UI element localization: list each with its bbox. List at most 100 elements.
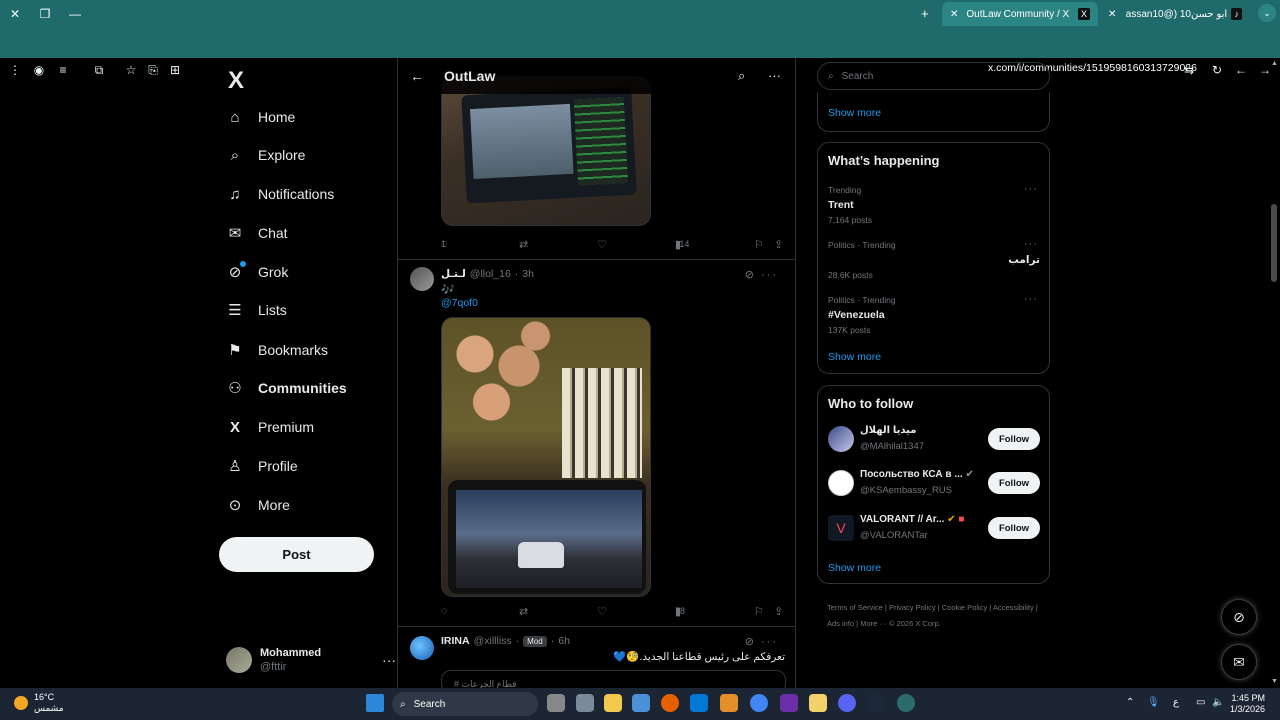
nav-item-chat[interactable]: ✉ Chat	[226, 213, 396, 253]
tweet-time[interactable]: 3h	[522, 268, 534, 280]
scrollbar-thumb[interactable]	[1271, 204, 1277, 282]
nav-item-profile[interactable]: ♙ Profile	[226, 446, 396, 486]
quote-card[interactable]: # قطاع الجرعات	[441, 670, 786, 688]
task-view-icon[interactable]	[547, 694, 565, 712]
network-icon[interactable]: ▭	[1196, 697, 1205, 708]
screenshot-icon[interactable]: ⎘	[142, 59, 164, 81]
nav-item-home[interactable]: ⌂ Home	[226, 97, 396, 137]
nav-item-explore[interactable]: ⌕ Explore	[226, 135, 396, 175]
trend-item[interactable]: Politics · Trending #Venezuela 137K post…	[828, 293, 1040, 335]
back-arrow-icon[interactable]: ←	[400, 68, 434, 84]
tweet-actions: ◌ 1 ⇄ ♡ ▮ 114 ⚐ ⇪	[441, 236, 786, 252]
profile-icon[interactable]: ◉	[28, 59, 50, 81]
more-dots-icon[interactable]: ···	[768, 68, 781, 83]
scrollbar[interactable]: ▲ ▼	[1269, 58, 1280, 688]
heart-icon: ♡	[597, 605, 607, 618]
nav-item-more[interactable]: ⊙ More	[226, 485, 396, 525]
tab-search-icon[interactable]: ⌄	[1258, 4, 1276, 22]
app-icon[interactable]	[720, 694, 738, 712]
read-aloud-icon[interactable]: ⇆	[1178, 59, 1200, 81]
taskbar-search[interactable]: ⌕ Search	[392, 692, 538, 716]
mention-link[interactable]: @7qof0	[441, 297, 478, 309]
tab-close-icon[interactable]: ✕	[1108, 9, 1116, 20]
grok-and-more-icon[interactable]: ⊘ ···	[745, 268, 778, 281]
language-indicator[interactable]: ع	[1173, 697, 1179, 708]
windows-start-icon[interactable]	[366, 694, 384, 712]
tweet-media-image[interactable]	[441, 317, 651, 597]
store-icon[interactable]	[632, 694, 650, 712]
next-app-icon[interactable]	[780, 694, 798, 712]
collections-icon[interactable]: ≡	[52, 59, 74, 81]
tab-tiktok[interactable]: ✕ أبو حسن10 (@jaffar_hassan10 ♪	[1100, 2, 1250, 26]
nav-item-lists[interactable]: ☰ Lists	[226, 290, 396, 330]
author-name[interactable]: لـتـل	[441, 268, 466, 280]
avatar[interactable]	[410, 267, 434, 291]
split-screen-icon[interactable]: ⊞	[164, 59, 186, 81]
author-handle[interactable]: @llol_16	[470, 268, 511, 280]
author-handle[interactable]: @xillliss	[474, 635, 512, 647]
menu-dots-icon[interactable]: ⋮	[4, 59, 26, 81]
more-dots-icon[interactable]: ···	[1024, 238, 1038, 250]
search-input[interactable]: ⌕ Search	[817, 62, 1050, 90]
avatar[interactable]	[410, 636, 434, 660]
follow-button[interactable]: Follow	[988, 517, 1040, 539]
follow-button[interactable]: Follow	[988, 428, 1040, 450]
timeline-header: ← OutLaw ⌕ ···	[398, 58, 795, 94]
restore-window-icon[interactable]: ❐	[30, 0, 60, 28]
more-dots-icon[interactable]: ···	[1024, 293, 1038, 305]
grok-and-more-icon[interactable]: ⊘ ···	[745, 635, 778, 648]
chrome-icon[interactable]	[750, 694, 768, 712]
follow-button[interactable]: Follow	[988, 472, 1040, 494]
search-icon[interactable]: ⌕	[738, 68, 745, 84]
nav-item-premium[interactable]: X Premium	[226, 407, 396, 447]
close-window-icon[interactable]: ✕	[0, 0, 30, 28]
nav-item-notifications[interactable]: ♫ Notifications	[226, 174, 396, 214]
extensions-icon[interactable]: ⧉	[88, 59, 110, 81]
nav-item-grok[interactable]: ⊘ Grok	[226, 252, 396, 292]
show-more-link[interactable]: Show more	[828, 562, 881, 574]
author-name[interactable]: IRINA	[441, 635, 470, 647]
nav-item-communities[interactable]: ⚇ Communities	[226, 368, 396, 408]
new-tab-icon[interactable]: +	[921, 6, 929, 21]
star-icon[interactable]: ☆	[120, 59, 142, 81]
trend-item[interactable]: Trending Trent 7,164 posts ···	[828, 183, 1040, 225]
widgets-icon[interactable]	[576, 694, 594, 712]
forward-icon[interactable]: ←	[1230, 59, 1252, 81]
clock[interactable]: 1:45 PM 1/3/2026	[1230, 693, 1265, 715]
tweet-time[interactable]: 6h	[558, 635, 570, 647]
x-logo-icon[interactable]: X	[228, 68, 254, 94]
more-dots-icon[interactable]: ···	[1024, 183, 1038, 195]
suggestion-name-row: Посольство КСА в ... ✔	[860, 469, 974, 480]
steam-icon[interactable]	[866, 694, 884, 712]
nav-item-bookmarks[interactable]: ⚑ Bookmarks	[226, 330, 396, 370]
tab-outlaw-community[interactable]: ✕ OutLaw Community / X X	[942, 2, 1098, 26]
post-button[interactable]: Post	[219, 537, 374, 572]
nav-label: Premium	[258, 419, 315, 435]
trend-item[interactable]: Politics · Trending ترامب 28.6K posts ··…	[828, 238, 1040, 280]
file-explorer-icon[interactable]	[604, 694, 622, 712]
suggestion-handle: @MAlhilal1347	[860, 441, 925, 452]
volume-icon[interactable]: 🔈	[1212, 697, 1224, 708]
tweet-media-image[interactable]	[441, 76, 651, 226]
show-more-link[interactable]: Show more	[828, 351, 881, 363]
footer-links[interactable]: Terms of Service | Privacy Policy | Cook…	[827, 600, 1047, 632]
show-more-link[interactable]: Show more	[828, 107, 881, 119]
outlook-icon[interactable]	[690, 694, 708, 712]
follow-suggestion[interactable]: Посольство КСА в ... ✔ @KSAembassy_RUS F…	[828, 467, 1040, 501]
microphone-icon[interactable]: 🎙	[1147, 697, 1160, 708]
mod-badge: Mod	[523, 635, 547, 647]
account-switcher[interactable]: Mohammed @fttir ···	[226, 642, 396, 678]
firefox-icon[interactable]	[661, 694, 679, 712]
refresh-icon[interactable]: ↻	[1206, 59, 1228, 81]
follow-suggestion[interactable]: ميديا الهلال @MAlhilal1347 Follow	[828, 423, 1040, 457]
minimize-window-icon[interactable]: —	[60, 0, 90, 28]
follow-suggestion[interactable]: V VALORANT // Ar... ✔ ■ @VALORANTar Foll…	[828, 512, 1040, 546]
notes-icon[interactable]	[809, 694, 827, 712]
discord-icon[interactable]	[838, 694, 856, 712]
grok-fab-icon[interactable]: ⊘	[1221, 599, 1257, 635]
weather-widget[interactable]: 16°C مشمس	[14, 692, 64, 714]
messages-fab-icon[interactable]: ✉	[1221, 644, 1257, 680]
browser-taskbar-icon[interactable]	[897, 694, 915, 712]
tab-close-icon[interactable]: ✕	[950, 9, 958, 20]
tray-chevron-icon[interactable]: ⌃	[1126, 697, 1134, 708]
